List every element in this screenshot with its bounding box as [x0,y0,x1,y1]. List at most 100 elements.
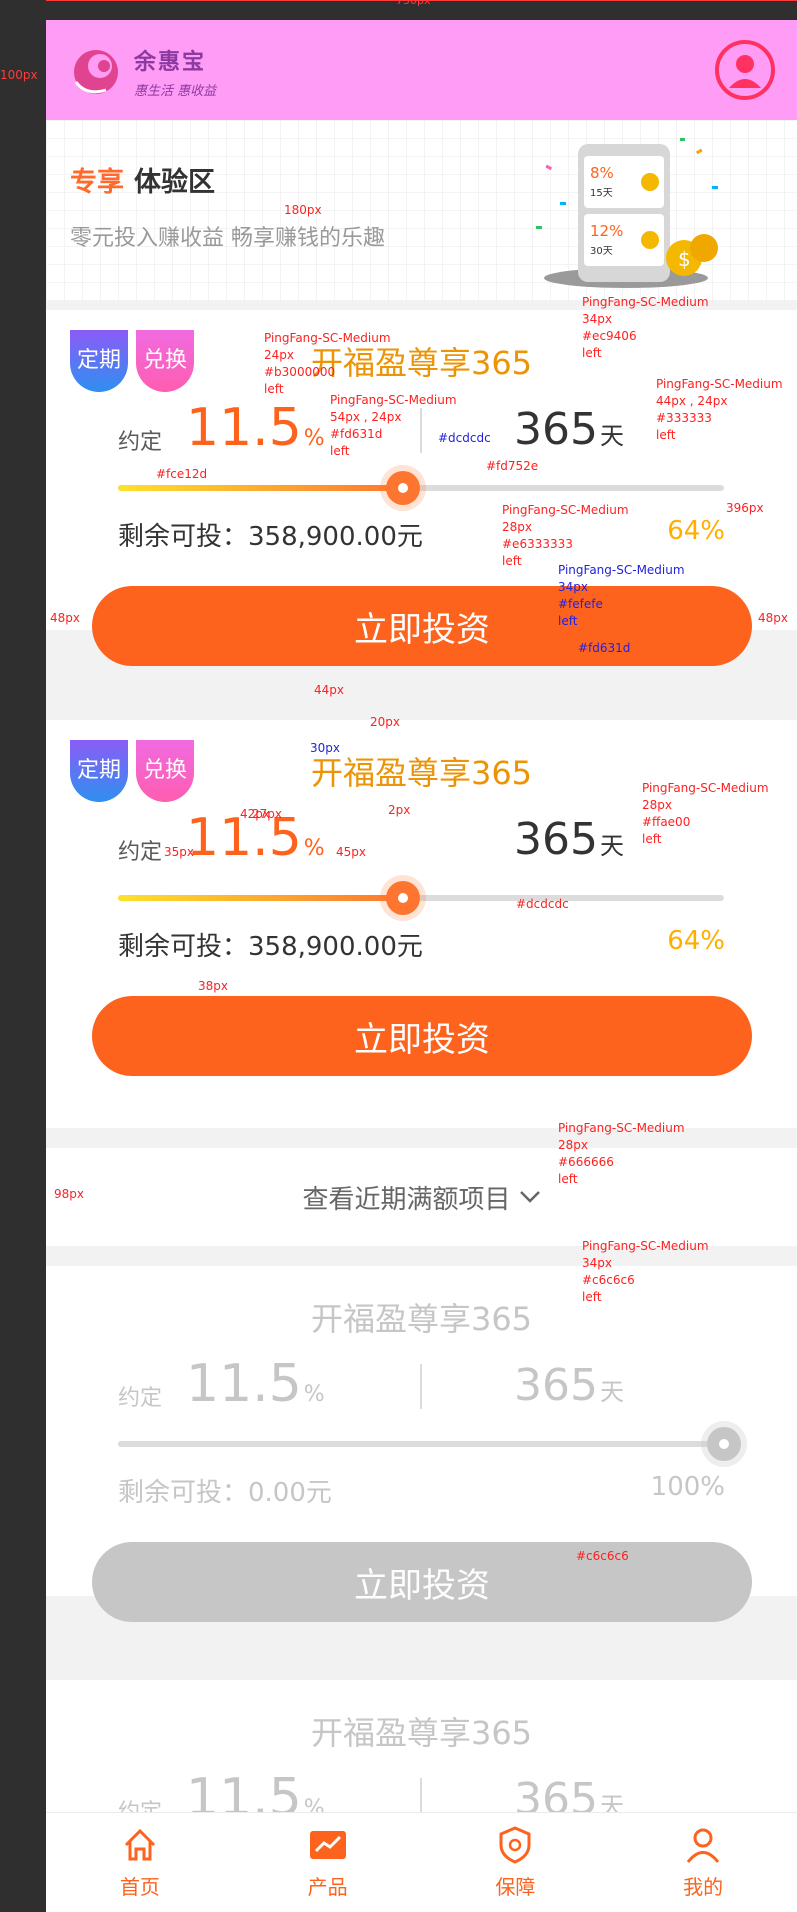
annotation-label-font: PingFang-SC-Medium 24px #b3000000 left [264,331,391,396]
invest-button[interactable]: 立即投资 [92,996,752,1076]
tab-mine-label: 我的 [683,1875,724,1899]
annotation-color-divider: #dcdcdc [438,431,491,445]
user-icon [729,55,761,88]
remain-amount: 剩余可投：358,900.00元 [118,932,423,962]
progress-bar [118,881,724,915]
rate-label: 约定 [118,430,163,455]
measure-banner-height: 180px [284,203,322,217]
ruler-width-label: 750px [396,0,431,7]
rate-number: 11.5 [186,1354,302,1414]
rate-unit: % [303,1382,325,1407]
annotation-percent-font: PingFang-SC-Medium 28px #ffae00 left [642,781,769,846]
ruler-side: 100px [0,20,46,140]
product-icon [309,1831,346,1859]
banner-title: 专享 体验区 [70,160,215,199]
tab-protection-label: 保障 [495,1875,536,1899]
measure-card-height: 396px [726,501,764,515]
brand-slogan: 惠生活 惠收益 [134,84,217,99]
rate-number: 11.5 [186,398,302,458]
rate-value: 11.5% [186,1354,325,1414]
tab-product-label: 产品 [307,1875,348,1899]
ruler-top: 750px [46,0,797,20]
view-full-label: 查看近期满额项目 [302,1184,511,1215]
annotation-viewfull-font: PingFang-SC-Medium 28px #666666 left [558,1121,685,1186]
chevron-down-icon [519,1191,540,1203]
tab-product[interactable]: 产品 [234,1813,422,1912]
rate-label: 约定 [118,840,163,865]
svg-text:$: $ [678,247,691,271]
banner-card2-term: 30天 [590,246,613,257]
term-unit: 天 [599,1378,624,1406]
measure-side-left: 48px [50,611,80,625]
tab-home-label: 首页 [119,1875,160,1899]
progress-fill [118,485,403,491]
annotation-disabled-title-font: PingFang-SC-Medium 34px #c6c6c6 left [582,1239,709,1304]
measure-title-top: 30px [310,741,340,755]
tab-protection[interactable]: 保障 [422,1813,610,1912]
experience-banner[interactable]: 专享 体验区 零元投入赚收益 畅享赚钱的乐趣 8% 15天 12% 30天 $ [46,120,797,300]
rate-unit: % [303,426,325,451]
measure-rate-b: 27px [252,807,282,821]
progress-bar [118,471,724,505]
rate-label: 约定 [118,1386,163,1411]
remain-amount: 剩余可投：0.00元 [118,1478,332,1508]
product-card-soldout[interactable]: 开福盈尊享365 约定 11.5% 365天 剩余可投：0.00元 100% 立… [46,1266,797,1622]
rate-unit: % [303,836,325,861]
measure-rate-left: 35px [164,845,194,859]
measure-button-bottom: 44px [314,683,344,697]
measure-remain-gap: 38px [198,979,228,993]
banner-subtitle: 零元投入赚收益 畅享赚钱的乐趣 [70,226,385,251]
banner-title-accent: 专享 [70,167,124,198]
banner-card1-term: 15天 [590,188,613,199]
annotation-color-disabled-button: #c6c6c6 [576,1549,629,1563]
remain-amount: 剩余可投：358,900.00元 [118,522,423,552]
annotation-color-button: #fd631d [578,641,631,655]
home-icon [124,1828,155,1861]
annotation-remain-font: PingFang-SC-Medium 28px #e6333333 left [502,503,629,568]
avatar-button[interactable] [715,40,775,100]
invest-button-disabled[interactable]: 立即投资 [92,1542,752,1622]
tab-bar: 首页 产品 保障 我的 [46,1812,797,1912]
remain-percent: 64% [667,516,725,546]
phone-screen: 余惠宝 惠生活 惠收益 专享 体验区 零元投入赚收益 畅享赚钱的乐趣 8% 15天… [46,20,797,1912]
logo-icon [74,50,118,94]
tab-mine[interactable]: 我的 [609,1813,797,1912]
annotation-rate-font: PingFang-SC-Medium 54px , 24px #fd631d left [330,393,457,458]
ruler-header-height-label: 100px [0,68,38,82]
banner-title-text: 体验区 [134,167,215,198]
term-number: 365 [514,814,598,865]
term-number: 365 [514,404,598,455]
rate-divider [420,1364,422,1409]
term-value: 365天 [514,814,624,865]
brand-name: 余惠宝 [134,50,207,75]
app-header: 余惠宝 惠生活 惠收益 [46,20,797,120]
annotation-button-font: PingFang-SC-Medium 34px #fefefe left [558,563,685,628]
rate-value: 11.5% [186,398,325,458]
annotation-title-font: PingFang-SC-Medium 34px #ec9406 left [582,295,709,360]
measure-card-gap: 20px [370,715,400,729]
annotation-term-font: PingFang-SC-Medium 44px , 24px #333333 left [656,377,783,442]
measure-viewfull-height: 98px [54,1187,84,1201]
tab-home[interactable]: 首页 [46,1813,234,1912]
progress-knob [707,1427,741,1461]
term-unit: 天 [599,832,624,860]
annotation-color-gradient-end: #fd752e [486,459,539,473]
term-unit: 天 [599,422,624,450]
banner-card2-rate: 12% [590,222,623,240]
remain-percent: 64% [667,926,725,956]
measure-divider-height: 45px [336,845,366,859]
progress-bar [118,1427,741,1461]
product-title: 开福盈尊享365 [310,1714,533,1752]
phone-illustration: 8% 15天 12% 30天 $ [536,138,718,288]
term-value: 365天 [514,1360,624,1411]
progress-fill [118,1441,724,1447]
measure-side-right: 48px [758,611,788,625]
shield-icon [499,1826,531,1864]
annotation-color-gradient-start: #fce12d [156,467,208,481]
remain-percent: 100% [650,1472,725,1502]
progress-knob [385,471,420,505]
rate-row: 约定 11.5% 365天 [46,1354,797,1414]
annotation-color-track: #dcdcdc [516,897,569,911]
measure-divider-width: 2px [388,803,411,817]
progress-knob [385,881,420,915]
